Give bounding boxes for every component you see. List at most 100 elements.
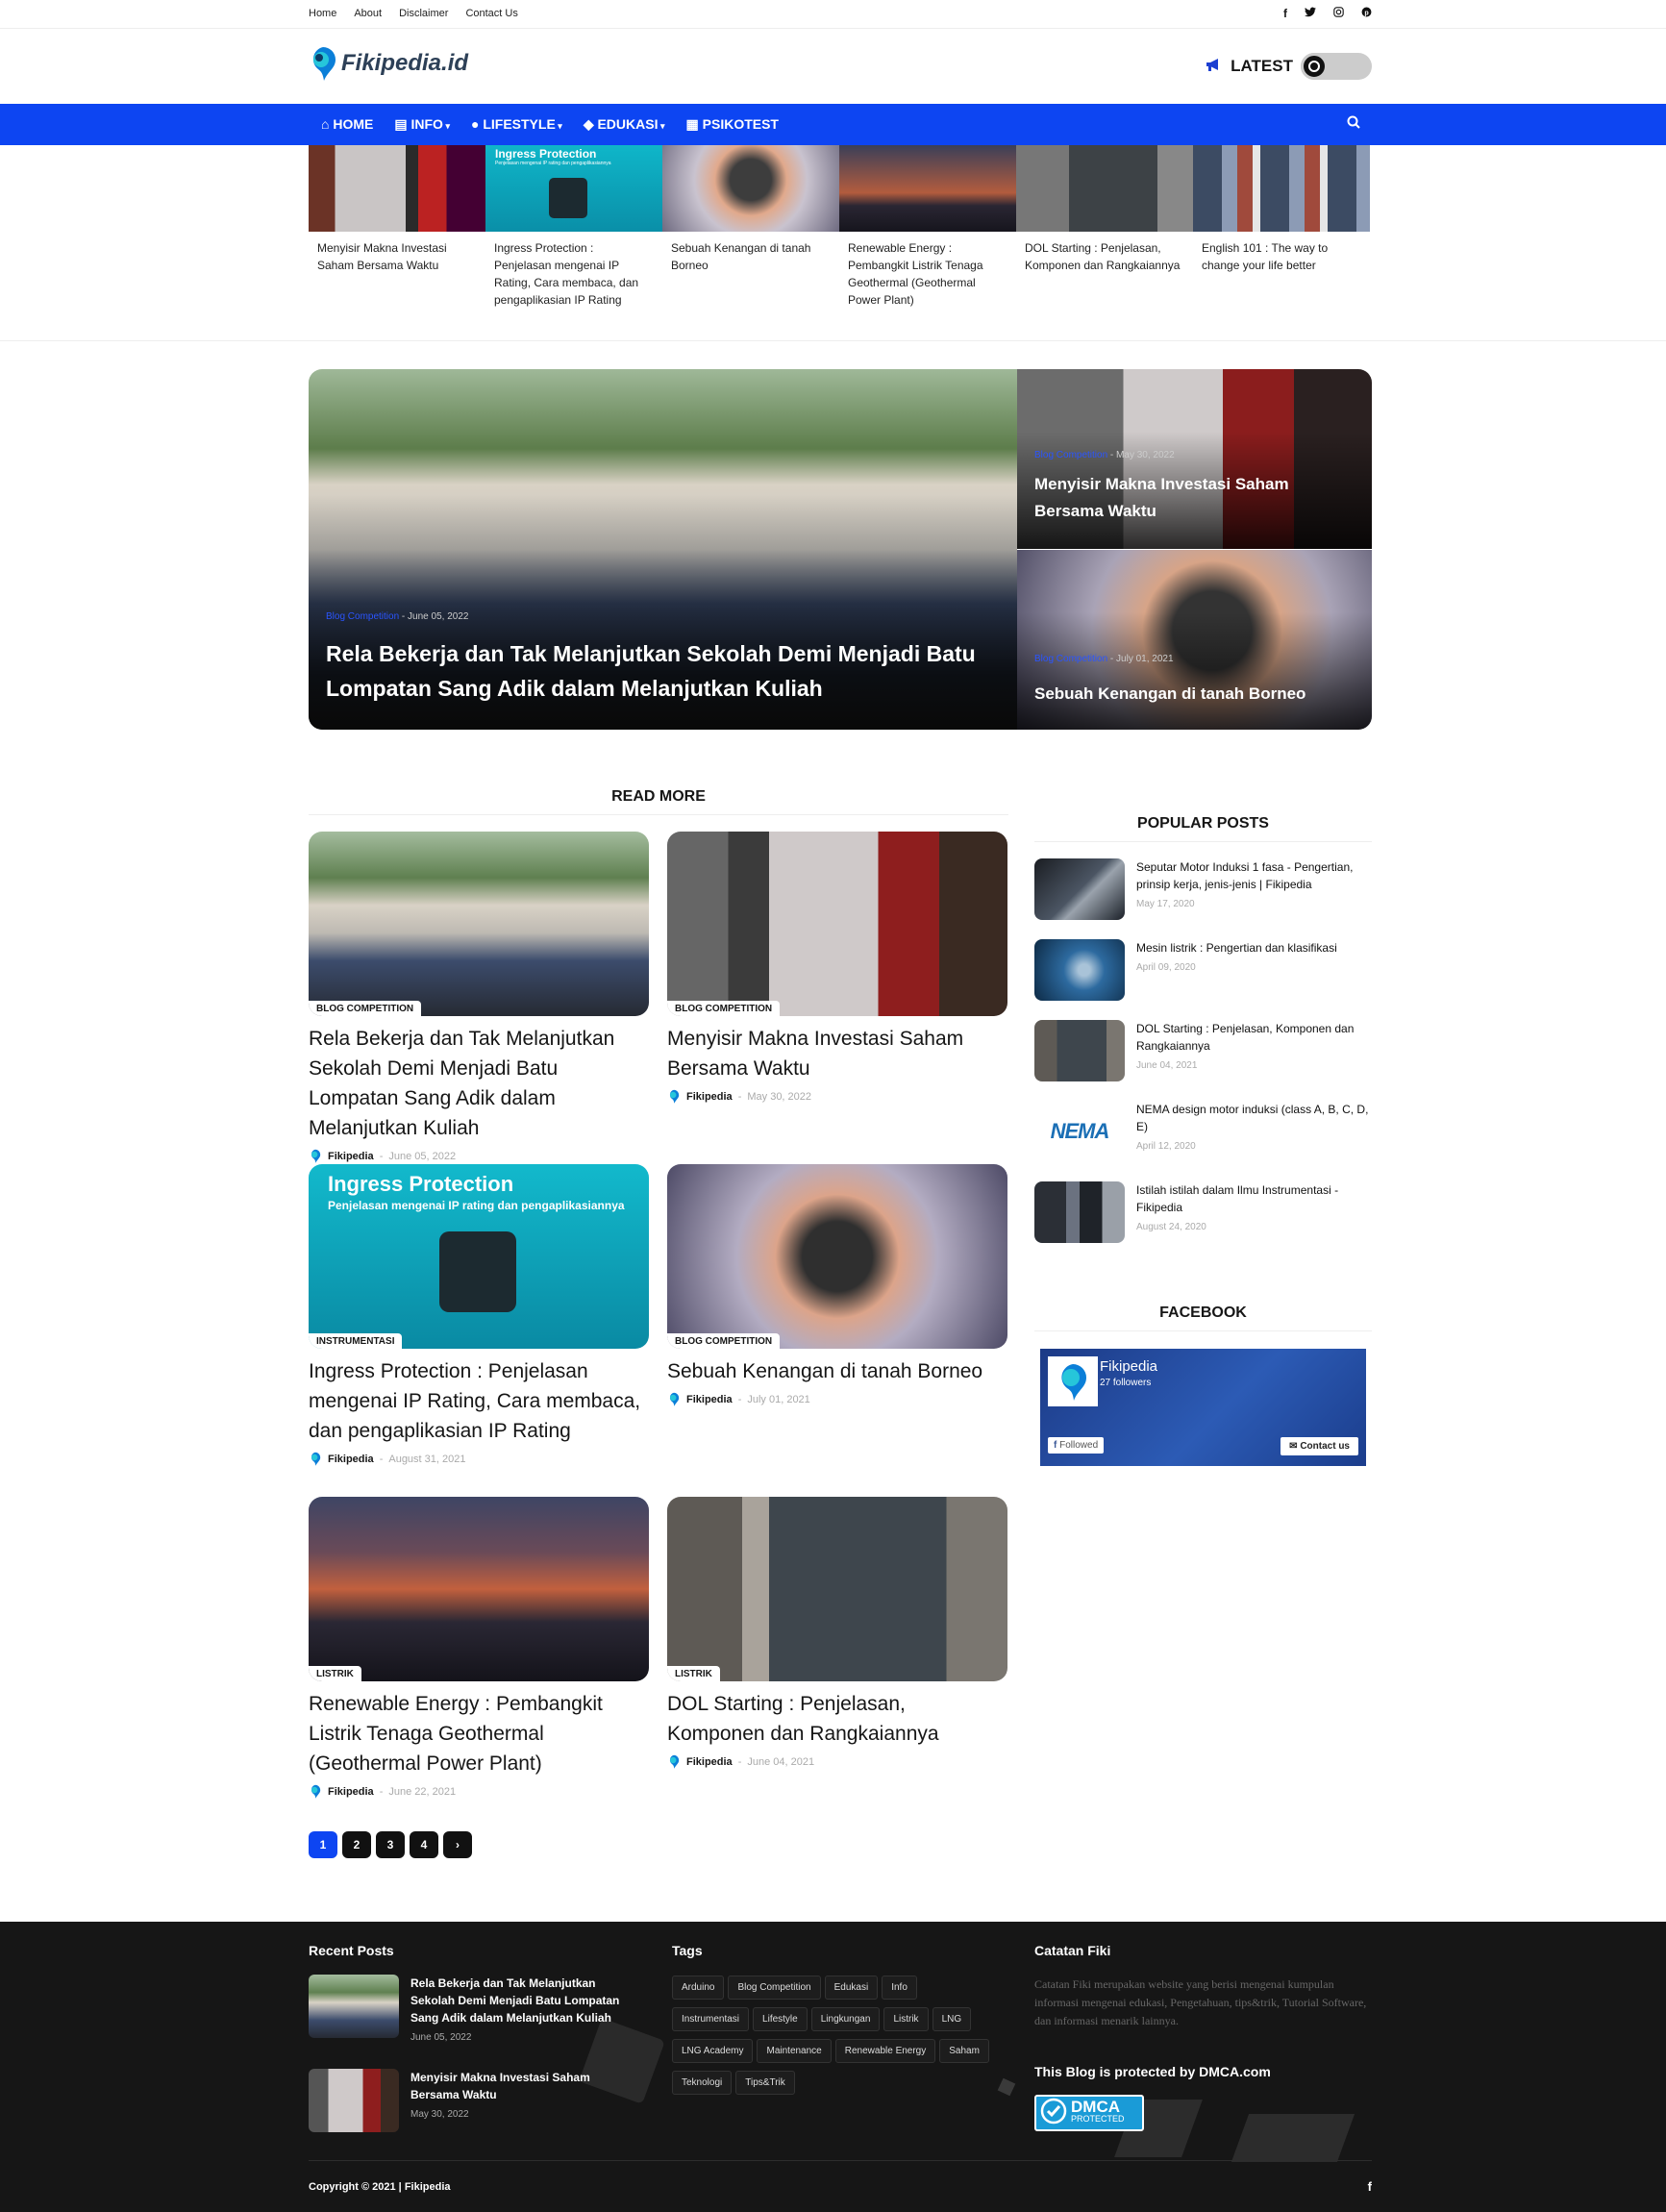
category-label[interactable]: LISTRIK (667, 1666, 720, 1681)
popular-title[interactable]: Istilah istilah dalam Ilmu Instrumentasi… (1136, 1181, 1372, 1216)
tag-item[interactable]: Renewable Energy (834, 2039, 936, 2063)
ticker-item[interactable]: Sebuah Kenangan di tanah Borneo (662, 145, 839, 272)
tag-item[interactable]: Tips&Trik (735, 2071, 795, 2095)
tag-item[interactable]: Teknologi (672, 2071, 733, 2095)
hero-side-category[interactable]: Blog Competition (1034, 654, 1107, 664)
hero-side-meta: Blog Competition - May 30, 2022 (1034, 450, 1175, 460)
hero-side-category[interactable]: Blog Competition (1034, 450, 1107, 460)
post-card[interactable]: BLOG COMPETITION Sebuah Kenangan di tana… (667, 1164, 1007, 1407)
post-title[interactable]: DOL Starting : Penjelasan, Komponen dan … (667, 1689, 1007, 1749)
post-meta: Fikipedia - May 30, 2022 (667, 1089, 1007, 1105)
popular-post[interactable]: Istilah istilah dalam Ilmu Instrumentasi… (1034, 1181, 1372, 1243)
page-4-button[interactable]: 4 (410, 1831, 438, 1858)
nav-psikotest[interactable]: ▦ PSIKOTEST (686, 116, 779, 133)
post-meta: Fikipedia - August 31, 2021 (309, 1452, 649, 1467)
author-name[interactable]: Fikipedia (686, 1394, 733, 1405)
post-title[interactable]: Renewable Energy : Pembangkit Listrik Te… (309, 1689, 649, 1778)
post-title[interactable]: Rela Bekerja dan Tak Melanjutkan Sekolah… (309, 1024, 649, 1143)
popular-title[interactable]: DOL Starting : Penjelasan, Komponen dan … (1136, 1020, 1372, 1055)
author-name[interactable]: Fikipedia (328, 1454, 374, 1465)
hero-title[interactable]: Rela Bekerja dan Tak Melanjutkan Sekolah… (326, 636, 999, 706)
post-title[interactable]: Menyisir Makna Investasi Saham Bersama W… (667, 1024, 1007, 1083)
facebook-page-name[interactable]: Fikipedia (1100, 1358, 1157, 1375)
nav-edukasi[interactable]: ◆ EDUKASI ▾ (584, 116, 665, 133)
recent-title[interactable]: Menyisir Makna Investasi Saham Bersama W… (410, 2069, 635, 2103)
twitter-icon[interactable] (1305, 7, 1316, 20)
tag-item[interactable]: Edukasi (824, 1976, 879, 2000)
facebook-widget[interactable]: Fikipedia 27 followers f Followed ✉ Cont… (1040, 1349, 1366, 1466)
ticker-item[interactable]: DOL Starting : Penjelasan, Komponen dan … (1016, 145, 1193, 272)
recent-post[interactable]: Menyisir Makna Investasi Saham Bersama W… (309, 2069, 635, 2132)
instagram-icon[interactable] (1333, 7, 1344, 20)
hero-category[interactable]: Blog Competition (326, 611, 399, 622)
page-2-button[interactable]: 2 (342, 1831, 371, 1858)
recent-title[interactable]: Rela Bekerja dan Tak Melanjutkan Sekolah… (410, 1975, 635, 2026)
tag-item[interactable]: Instrumentasi (672, 2007, 750, 2031)
author-name[interactable]: Fikipedia (328, 1786, 374, 1798)
post-thumbnail: LISTRIK (309, 1497, 649, 1681)
top-link-home[interactable]: Home (309, 8, 336, 19)
top-link-about[interactable]: About (354, 8, 382, 19)
dmca-badge[interactable]: DMCA PROTECTED (1034, 2095, 1144, 2131)
post-card[interactable]: BLOG COMPETITION Rela Bekerja dan Tak Me… (309, 832, 649, 1164)
tag-item[interactable]: Lingkungan (810, 2007, 881, 2031)
facebook-icon[interactable]: f (1283, 7, 1287, 20)
hero-side-post[interactable]: Blog Competition - July 01, 2021 Sebuah … (1017, 550, 1372, 730)
tag-item[interactable]: Listrik (883, 2007, 929, 2031)
popular-title[interactable]: Seputar Motor Induksi 1 fasa - Pengertia… (1136, 858, 1372, 893)
popular-title[interactable]: Mesin listrik : Pengertian dan klasifika… (1136, 939, 1337, 957)
nav-home[interactable]: ⌂ HOME (321, 116, 373, 133)
post-card[interactable]: Ingress Protection Penjelasan mengenai I… (309, 1164, 649, 1467)
tag-item[interactable]: Maintenance (757, 2039, 832, 2063)
category-label[interactable]: BLOG COMPETITION (309, 1001, 422, 1016)
tag-item[interactable]: Blog Competition (728, 1976, 821, 2000)
top-link-contact[interactable]: Contact Us (465, 8, 517, 19)
author-name[interactable]: Fikipedia (686, 1756, 733, 1768)
followed-button[interactable]: f Followed (1048, 1437, 1105, 1454)
author-name[interactable]: Fikipedia (328, 1151, 374, 1162)
top-link-disclaimer[interactable]: Disclaimer (399, 8, 448, 19)
author-name[interactable]: Fikipedia (686, 1091, 733, 1103)
dark-mode-toggle[interactable] (1301, 53, 1372, 80)
popular-post[interactable]: NEMA NEMA design motor induksi (class A,… (1034, 1101, 1372, 1162)
page-3-button[interactable]: 3 (376, 1831, 405, 1858)
tag-item[interactable]: Arduino (672, 1976, 725, 2000)
category-label[interactable]: BLOG COMPETITION (667, 1001, 781, 1016)
popular-post[interactable]: DOL Starting : Penjelasan, Komponen dan … (1034, 1020, 1372, 1081)
tag-item[interactable]: LNG Academy (672, 2039, 754, 2063)
tag-item[interactable]: LNG (932, 2007, 972, 2031)
category-label[interactable]: LISTRIK (309, 1666, 361, 1681)
next-page-button[interactable]: › (443, 1831, 472, 1858)
tag-item[interactable]: Info (882, 1976, 917, 2000)
hero-side-post[interactable]: Blog Competition - May 30, 2022 Menyisir… (1017, 369, 1372, 549)
popular-title[interactable]: NEMA design motor induksi (class A, B, C… (1136, 1101, 1372, 1135)
popular-post[interactable]: Seputar Motor Induksi 1 fasa - Pengertia… (1034, 858, 1372, 920)
tag-item[interactable]: Lifestyle (753, 2007, 808, 2031)
category-label[interactable]: BLOG COMPETITION (667, 1333, 781, 1349)
nav-info[interactable]: ▤ INFO ▾ (394, 116, 450, 133)
nav-lifestyle[interactable]: ● LIFESTYLE ▾ (471, 116, 562, 133)
ticker-item[interactable]: Renewable Energy : Pembangkit Listrik Te… (839, 145, 1016, 307)
facebook-icon[interactable]: f (1368, 2179, 1372, 2194)
post-title[interactable]: Sebuah Kenangan di tanah Borneo (667, 1356, 1007, 1386)
tag-item[interactable]: Saham (939, 2039, 989, 2063)
search-icon[interactable] (1347, 115, 1360, 133)
category-label[interactable]: INSTRUMENTASI (309, 1333, 403, 1349)
popular-post[interactable]: Mesin listrik : Pengertian dan klasifika… (1034, 939, 1372, 1001)
recent-post[interactable]: Rela Bekerja dan Tak Melanjutkan Sekolah… (309, 1975, 635, 2043)
check-icon (1040, 2098, 1067, 2129)
post-card[interactable]: LISTRIK Renewable Energy : Pembangkit Li… (309, 1497, 649, 1800)
hero-main-post[interactable]: Blog Competition - June 05, 2022 Rela Be… (309, 369, 1017, 730)
post-title[interactable]: Ingress Protection : Penjelasan mengenai… (309, 1356, 649, 1446)
hero-side-title[interactable]: Menyisir Makna Investasi Saham Bersama W… (1034, 471, 1342, 525)
hero-side-title[interactable]: Sebuah Kenangan di tanah Borneo (1034, 681, 1342, 708)
post-card[interactable]: LISTRIK DOL Starting : Penjelasan, Kompo… (667, 1497, 1007, 1770)
pinterest-icon[interactable]: p (1361, 7, 1372, 20)
ticker-item[interactable]: English 101 : The way to change your lif… (1193, 145, 1370, 272)
ticker-item[interactable]: Menyisir Makna Investasi Saham Bersama W… (309, 145, 485, 272)
site-logo[interactable]: Fikipedia.id (309, 45, 468, 82)
contact-us-button[interactable]: ✉ Contact us (1281, 1437, 1358, 1455)
ticker-item[interactable]: Ingress Protection Penjelasan mengenai I… (485, 145, 662, 307)
post-card[interactable]: BLOG COMPETITION Menyisir Makna Investas… (667, 832, 1007, 1105)
page-1-button[interactable]: 1 (309, 1831, 337, 1858)
